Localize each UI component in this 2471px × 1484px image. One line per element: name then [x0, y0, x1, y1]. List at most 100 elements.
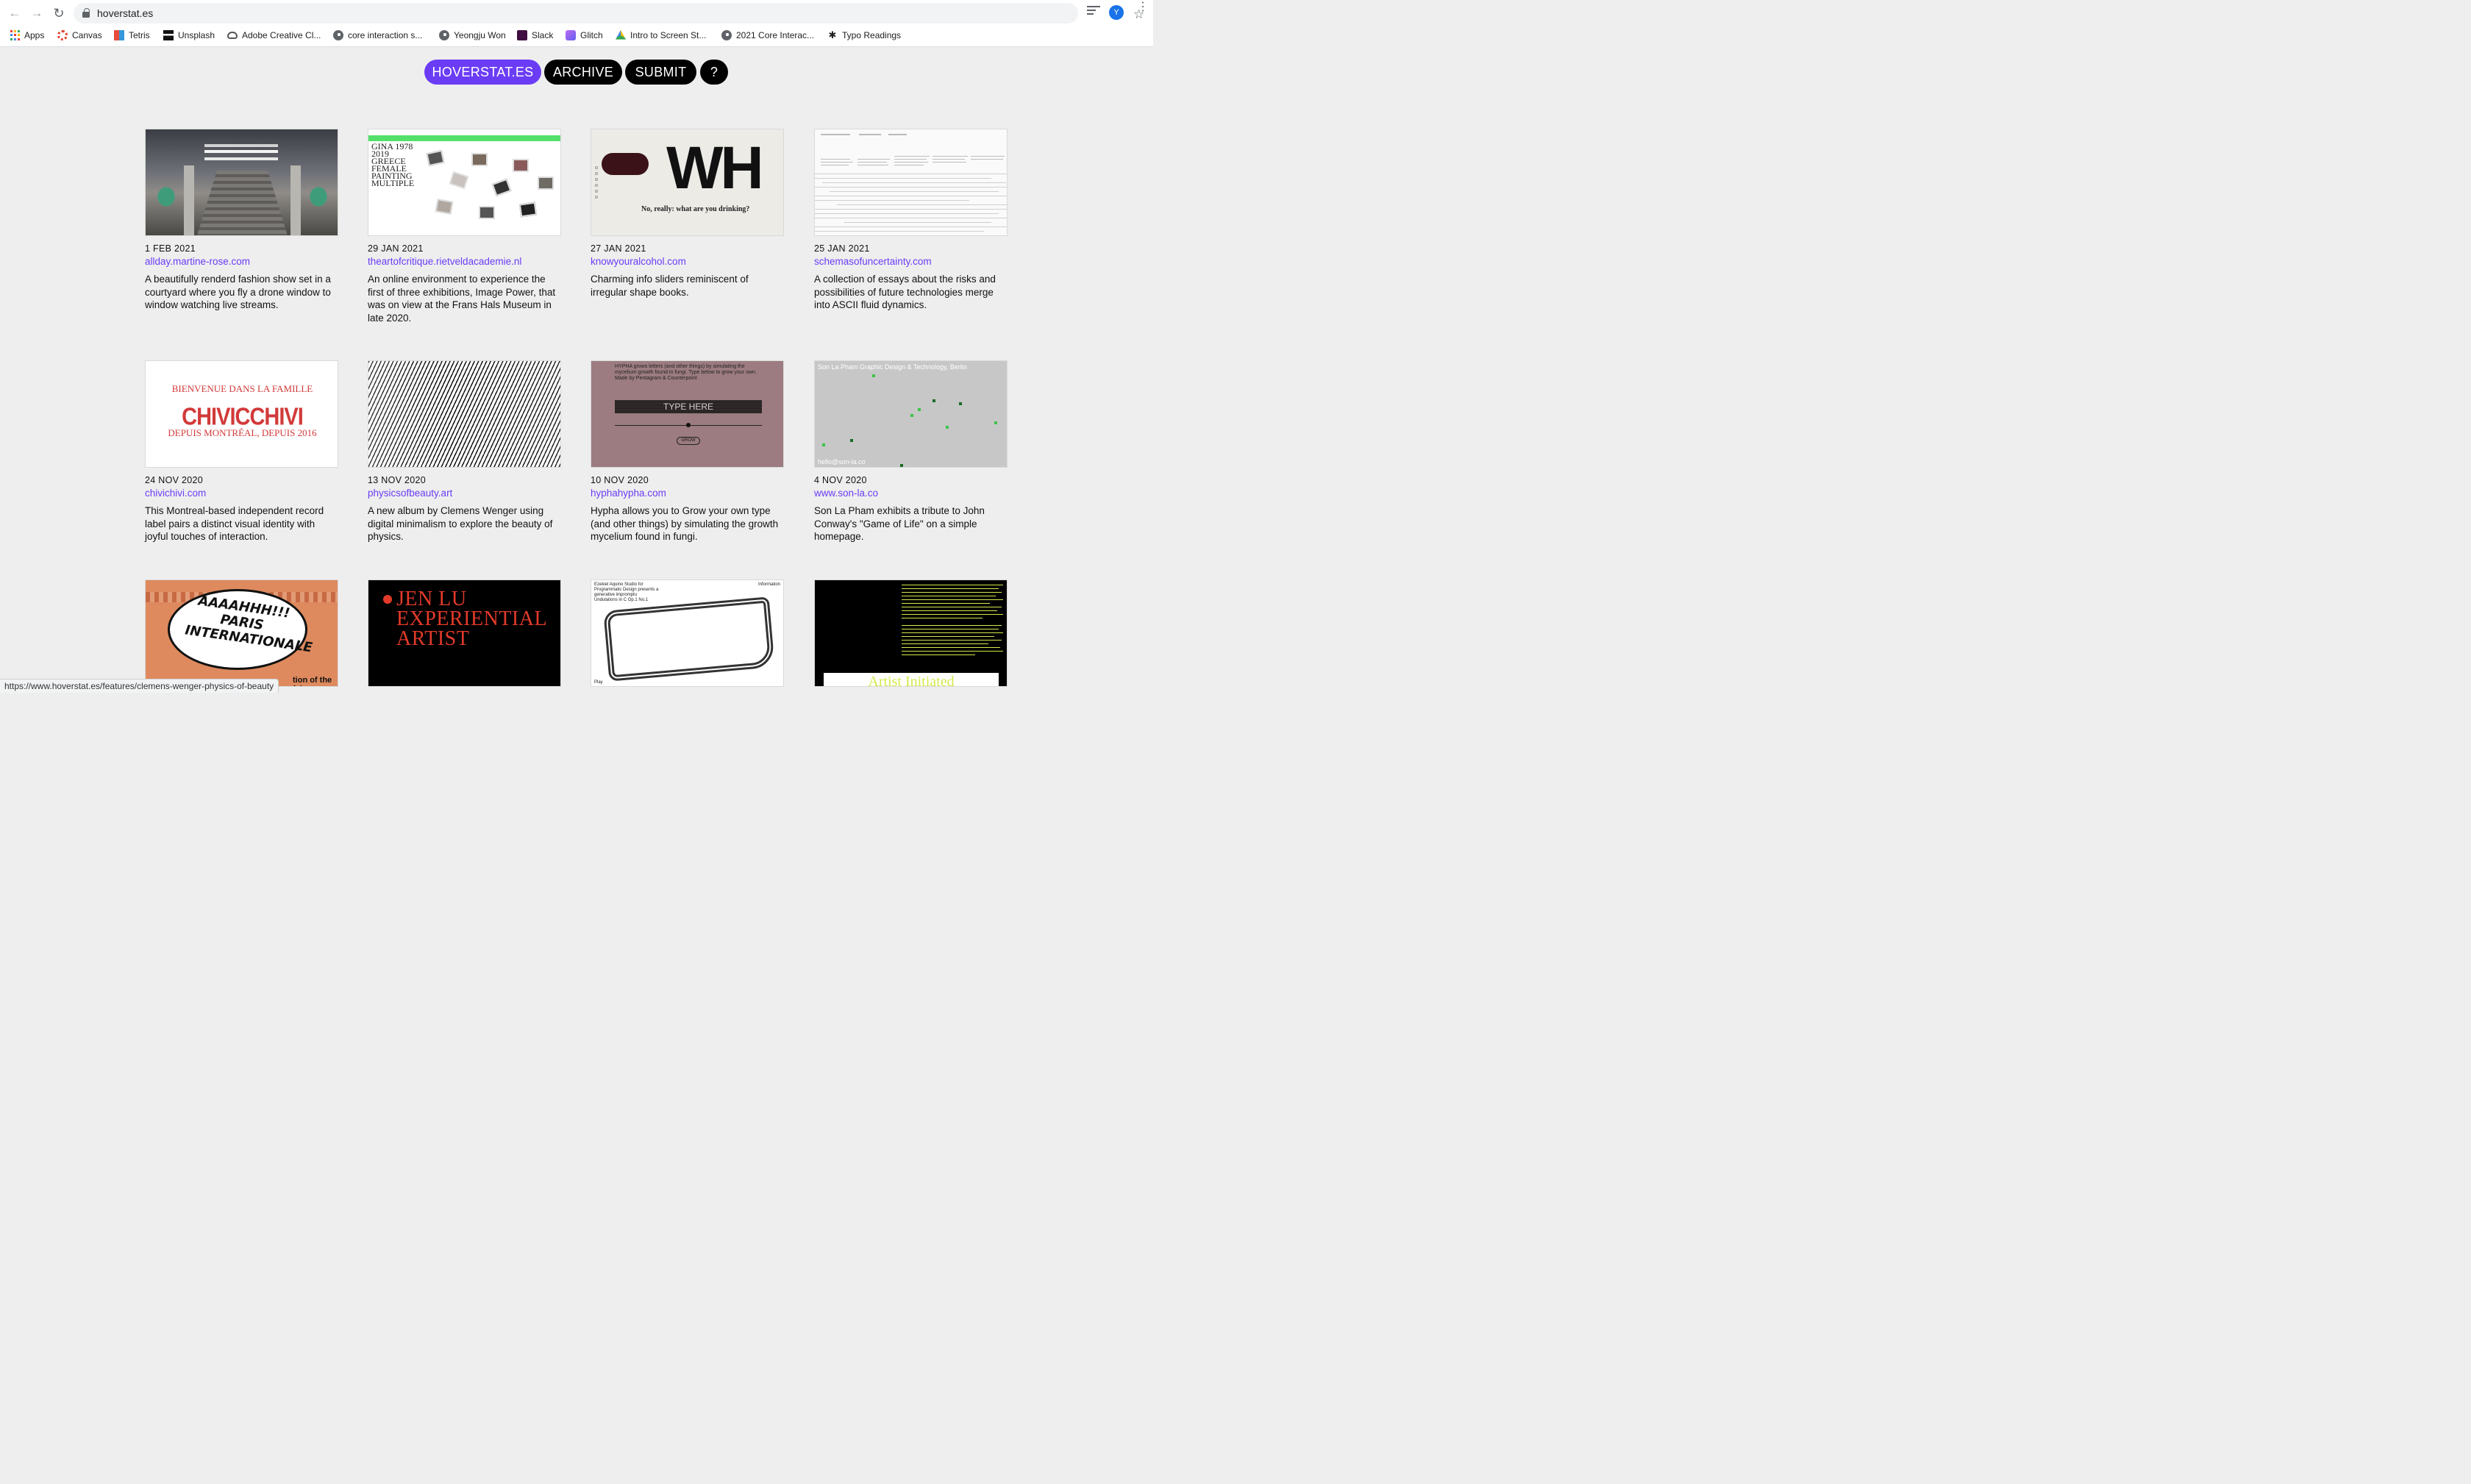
- card-link[interactable]: theartofcritique.rietveldacademie.nl: [368, 256, 563, 267]
- life-cell: [933, 399, 935, 402]
- feature-card[interactable]: WH No, really: what are you drinking? 27…: [591, 129, 786, 299]
- bookmark-glitch[interactable]: Glitch: [566, 30, 603, 40]
- ceiling-light: [204, 150, 278, 153]
- tetris-icon: [114, 30, 124, 40]
- thumbnail-artist-initiated[interactable]: Artist Initiated: [814, 579, 1008, 687]
- card-description: A new album by Clemens Wenger using digi…: [368, 505, 553, 543]
- reading-list-icon[interactable]: [1087, 6, 1100, 18]
- feature-card[interactable]: BIENVENUE DANS LA FAMILLE CHIVICCHIVI DE…: [145, 360, 340, 543]
- thumbnail-schemas-of-uncertainty[interactable]: [814, 129, 1008, 236]
- thumbnail-son-la[interactable]: Son La Pham Graphic Design & Technology,…: [814, 360, 1008, 468]
- collage-photo: [479, 206, 495, 219]
- feature-card[interactable]: AAAAHHH!!! PARIS INTERNATIONALE tion of …: [145, 579, 340, 687]
- thumbnail-know-your-alcohol[interactable]: WH No, really: what are you drinking?: [591, 129, 784, 236]
- bookmark-tetris[interactable]: Tetris: [114, 30, 150, 40]
- card-date: 27 JAN 2021: [591, 243, 646, 254]
- globe-icon: [439, 30, 449, 40]
- ezekiel-header-text: Ezekiel Aquino Studio for Programmatic D…: [594, 582, 659, 602]
- forward-arrow-icon[interactable]: →: [28, 4, 46, 22]
- pager-dot: [595, 184, 598, 187]
- feature-card[interactable]: 13 NOV 2020 physicsofbeauty.art A new al…: [368, 360, 563, 543]
- globe-icon: [721, 30, 732, 40]
- life-cell: [918, 408, 921, 411]
- nav-home-button[interactable]: HOVERSTAT.ES: [424, 60, 541, 85]
- collage-photo: [538, 176, 554, 190]
- collage-photo: [513, 159, 529, 172]
- bookmark-2021-core[interactable]: 2021 Core Interac...: [721, 30, 814, 40]
- plant: [304, 180, 333, 213]
- address-url[interactable]: hoverstat.es: [97, 7, 153, 19]
- feature-card[interactable]: 1 FEB 2021 allday.martine-rose.com A bea…: [145, 129, 340, 312]
- nav-submit-button[interactable]: SUBMIT: [625, 60, 696, 85]
- life-cell: [910, 414, 913, 417]
- life-cell: [872, 374, 875, 377]
- thumbnail-art-of-critique[interactable]: GINA 1978 2019 GREECE FEMALE PAINTING MU…: [368, 129, 561, 236]
- nav-help-button[interactable]: ?: [700, 60, 728, 85]
- canvas-icon: [57, 30, 68, 40]
- bookmark-slack[interactable]: Slack: [517, 30, 553, 40]
- card-link[interactable]: www.son-la.co: [814, 488, 1010, 499]
- question-text: No, really: what are you drinking?: [641, 205, 750, 213]
- feature-card[interactable]: 25 JAN 2021 schemasofuncertainty.com A c…: [814, 129, 1010, 312]
- nav-archive-button[interactable]: ARCHIVE: [544, 60, 622, 85]
- feature-card[interactable]: JEN LU EXPERIENTIAL ARTIST: [368, 579, 563, 687]
- card-date: 13 NOV 2020: [368, 475, 427, 485]
- menu-dots-icon[interactable]: ⋮: [1137, 1, 1149, 13]
- bookmark-label: Adobe Creative Cl...: [242, 30, 321, 40]
- feature-card[interactable]: Son La Pham Graphic Design & Technology,…: [814, 360, 1010, 543]
- card-link[interactable]: chivichivi.com: [145, 488, 340, 499]
- bookmark-core-interaction[interactable]: core interaction s...: [333, 30, 422, 40]
- bookmark-label: Apps: [24, 30, 45, 40]
- card-link[interactable]: schemasofuncertainty.com: [814, 256, 1010, 267]
- profile-avatar[interactable]: Y: [1109, 5, 1124, 20]
- red-dot: [383, 595, 392, 604]
- card-link[interactable]: knowyouralcohol.com: [591, 256, 786, 267]
- stair-rail: [290, 165, 301, 235]
- thumbnail-ezekiel-aquino[interactable]: Ezekiel Aquino Studio for Programmatic D…: [591, 579, 784, 687]
- chivi-since-text: DEPUIS MONTRÉAL, DEPUIS 2016: [168, 427, 317, 438]
- thumbnail-jen-lu[interactable]: JEN LU EXPERIENTIAL ARTIST: [368, 579, 561, 687]
- bookmark-apps[interactable]: Apps: [10, 30, 44, 40]
- ascii-text-texture: [815, 134, 1007, 232]
- card-link[interactable]: hyphahypha.com: [591, 488, 786, 499]
- thumbnail-physics-of-beauty[interactable]: [368, 360, 561, 468]
- collage-photo: [518, 201, 538, 218]
- card-description: A collection of essays about the risks a…: [814, 274, 996, 311]
- bookmark-intro-screen[interactable]: Intro to Screen St...: [616, 30, 706, 40]
- bookmark-canvas[interactable]: Canvas: [57, 30, 102, 40]
- life-cell: [900, 464, 903, 467]
- thumbnail-chivichivi[interactable]: BIENVENUE DANS LA FAMILLE CHIVICCHIVI DE…: [145, 360, 338, 468]
- bookmark-unsplash[interactable]: Unsplash: [163, 30, 215, 40]
- unsplash-icon: [163, 30, 174, 40]
- back-arrow-icon[interactable]: ←: [6, 4, 24, 22]
- globe-icon: [333, 30, 343, 40]
- feature-card[interactable]: HYPHA grows letters (and other things) b…: [591, 360, 786, 543]
- card-description: Hypha allows you to Grow your own type (…: [591, 505, 779, 543]
- link-status-bar: https://www.hoverstat.es/features/clemen…: [0, 679, 279, 693]
- address-bar[interactable]: hoverstat.es ☆: [74, 3, 1144, 24]
- thumbnail-hypha[interactable]: HYPHA grows letters (and other things) b…: [591, 360, 784, 468]
- bookmark-yeongju[interactable]: Yeongju Won: [439, 30, 506, 40]
- feature-card[interactable]: GINA 1978 2019 GREECE FEMALE PAINTING MU…: [368, 129, 563, 325]
- card-description: An online environment to experience the …: [368, 274, 556, 324]
- collage-photo: [471, 153, 488, 166]
- bookmark-typo-readings[interactable]: ✱ Typo Readings: [827, 30, 902, 41]
- chivi-welcome-text: BIENVENUE DANS LA FAMILLE: [171, 383, 313, 394]
- paris-bottom-text: tion of the fair: [293, 676, 332, 686]
- hypha-type-input: TYPE HERE: [615, 400, 762, 413]
- card-link[interactable]: allday.martine-rose.com: [145, 256, 340, 267]
- reload-icon[interactable]: ↻: [50, 4, 68, 22]
- green-header-bar: [368, 135, 560, 141]
- feature-card[interactable]: Ezekiel Aquino Studio for Programmatic D…: [591, 579, 786, 687]
- thumbnail-martine-rose[interactable]: [145, 129, 338, 236]
- card-link[interactable]: physicsofbeauty.art: [368, 488, 563, 499]
- pager-dot: [595, 196, 598, 199]
- bookmark-adobe[interactable]: Adobe Creative Cl...: [227, 30, 321, 40]
- card-description: A beautifully renderd fashion show set i…: [145, 274, 331, 311]
- card-description: This Montreal-based independent record l…: [145, 505, 324, 543]
- life-cell: [850, 439, 853, 442]
- feature-card[interactable]: Artist Initiated: [814, 579, 1010, 687]
- thumbnail-paris-internationale[interactable]: AAAAHHH!!! PARIS INTERNATIONALE tion of …: [145, 579, 338, 687]
- bookmark-label: Slack: [532, 30, 554, 40]
- card-date: 1 FEB 2021: [145, 243, 196, 254]
